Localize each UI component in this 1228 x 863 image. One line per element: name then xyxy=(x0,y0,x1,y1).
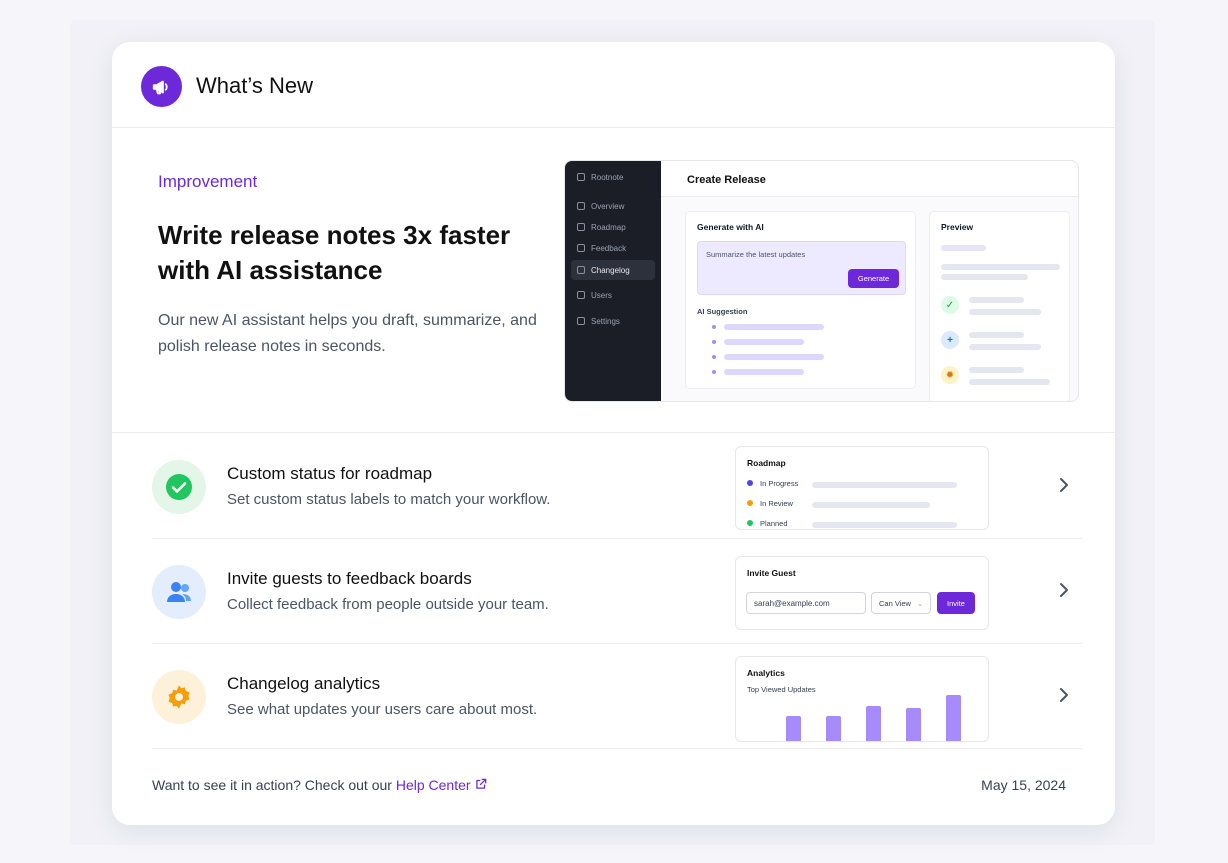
update-description: Set custom status labels to match your w… xyxy=(227,491,551,508)
update-description: See what updates your users care about m… xyxy=(227,701,538,718)
featured-title: Write release notes 3x faster with AI as… xyxy=(158,220,511,285)
card-footer: Want to see it in action? Check out our … xyxy=(152,777,1066,793)
placeholder-line xyxy=(941,274,1028,280)
placeholder-line xyxy=(969,379,1050,385)
analytics-bar xyxy=(826,716,841,741)
preview-sidebar-item: Users xyxy=(571,285,655,305)
placeholder-line xyxy=(941,264,1060,270)
megaphone-icon xyxy=(141,66,182,107)
preview-sidebar-item: Overview xyxy=(571,196,655,216)
chevron-right-icon[interactable] xyxy=(1052,473,1076,497)
bullet-dot xyxy=(712,340,716,344)
placeholder-line xyxy=(724,339,804,345)
footer-prompt: Want to see it in action? Check out our xyxy=(152,777,396,793)
prompt-box: Summarize the latest updates Generate xyxy=(697,241,906,295)
analytics-preview: Analytics Top Viewed Updates xyxy=(735,656,989,742)
invite-button: Invite xyxy=(937,592,975,614)
status-planned: Planned xyxy=(747,517,788,529)
plus-icon: + xyxy=(941,331,959,349)
ai-suggestion-label: AI Suggestion xyxy=(697,307,748,316)
placeholder-line xyxy=(812,482,957,488)
preview-label: Preview xyxy=(941,222,974,232)
analytics-bar xyxy=(906,708,921,741)
preview-sidebar-item-active: Changelog xyxy=(571,260,655,280)
bullet-dot xyxy=(712,370,716,374)
chevron-down-icon: ⌄ xyxy=(916,598,924,608)
permission-select: Can View ⌄ xyxy=(871,592,931,614)
status-in-progress: In Progress xyxy=(747,477,798,489)
external-link-icon xyxy=(476,778,487,789)
whats-new-card: What’s New Improvement Write release not… xyxy=(112,42,1115,825)
generate-button: Generate xyxy=(848,269,899,288)
invite-preview-title: Invite Guest xyxy=(747,568,796,578)
placeholder-line xyxy=(969,367,1024,373)
featured-update[interactable]: Improvement Write release notes 3x faste… xyxy=(112,128,1115,433)
roadmap-preview: Roadmap In Progress In Review Planned xyxy=(735,446,989,530)
invite-guest-preview: Invite Guest sarah@example.com Can View ⌄… xyxy=(735,556,989,630)
update-item-invite-guests[interactable]: Invite guests to feedback boards Collect… xyxy=(152,539,1082,644)
analytics-bar xyxy=(786,716,801,741)
check-circle-icon xyxy=(152,460,206,514)
update-title: Invite guests to feedback boards xyxy=(227,569,472,588)
page-title: What’s New xyxy=(196,73,313,98)
preview-sidebar-item: Feedback xyxy=(571,238,655,258)
generate-label: Generate with AI xyxy=(697,222,764,232)
check-icon: ✓ xyxy=(941,296,959,314)
placeholder-line xyxy=(812,522,957,528)
featured-description: Our new AI assistant helps you draft, su… xyxy=(158,312,537,355)
preview-panel: Preview ✓ + ✹ xyxy=(929,211,1070,401)
placeholder-line xyxy=(941,245,986,251)
placeholder-line xyxy=(812,502,930,508)
placeholder-line xyxy=(724,369,804,375)
update-title: Changelog analytics xyxy=(227,674,381,693)
preview-sidebar-item: Settings xyxy=(571,311,655,331)
placeholder-line xyxy=(724,354,824,360)
placeholder-line xyxy=(969,309,1041,315)
placeholder-line xyxy=(969,344,1041,350)
bullet-dot xyxy=(712,325,716,329)
create-release-preview: Rootnote Overview Roadmap Feedback Chang… xyxy=(564,160,1079,402)
generate-panel: Generate with AI Summarize the latest up… xyxy=(685,211,916,389)
analytics-bar xyxy=(946,695,961,741)
placeholder-line xyxy=(969,332,1024,338)
placeholder-line xyxy=(724,324,824,330)
preview-sidebar: Rootnote Overview Roadmap Feedback Chang… xyxy=(565,161,661,401)
preview-topbar: Create Release xyxy=(661,161,1078,197)
analytics-bar-chart xyxy=(736,657,988,741)
card-header: What’s New xyxy=(112,42,1115,128)
preview-title: Create Release xyxy=(687,174,766,186)
users-icon xyxy=(152,565,206,619)
placeholder-line xyxy=(969,297,1024,303)
preview-main: Create Release Generate with AI Summariz… xyxy=(661,161,1078,401)
preview-sidebar-item: Rootnote xyxy=(571,167,655,187)
email-field: sarah@example.com xyxy=(746,592,866,614)
chevron-right-icon[interactable] xyxy=(1052,683,1076,707)
roadmap-preview-title: Roadmap xyxy=(747,458,786,468)
help-center-link[interactable]: Help Center xyxy=(396,777,489,793)
release-date: May 15, 2024 xyxy=(981,777,1066,793)
bullet-dot xyxy=(712,355,716,359)
prompt-text: Summarize the latest updates xyxy=(706,250,806,259)
gear-icon xyxy=(152,670,206,724)
update-title: Custom status for roadmap xyxy=(227,464,433,483)
preview-sidebar-item: Roadmap xyxy=(571,217,655,237)
status-in-review: In Review xyxy=(747,497,793,509)
gear-icon: ✹ xyxy=(941,366,959,384)
analytics-bar xyxy=(866,706,881,741)
update-category-tag: Improvement xyxy=(158,172,258,191)
chevron-right-icon[interactable] xyxy=(1052,578,1076,602)
update-description: Collect feedback from people outside you… xyxy=(227,596,549,613)
update-item-custom-status[interactable]: Custom status for roadmap Set custom sta… xyxy=(152,434,1082,539)
update-item-analytics[interactable]: Changelog analytics See what updates you… xyxy=(152,644,1082,749)
